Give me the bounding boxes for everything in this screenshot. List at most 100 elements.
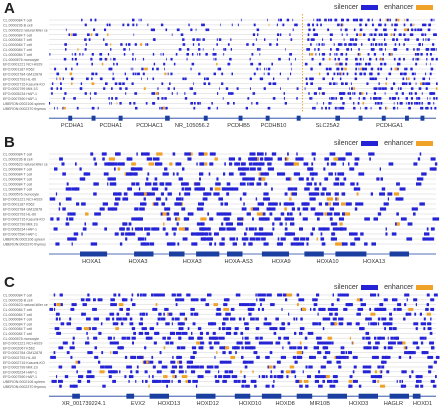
silencer-block xyxy=(111,102,112,105)
silencer-block xyxy=(154,177,158,181)
silencer-block xyxy=(202,48,204,51)
silencer-block xyxy=(375,341,380,345)
silencer-block xyxy=(109,102,111,105)
silencer-block xyxy=(328,172,333,176)
silencer-block xyxy=(402,92,404,95)
silencer-block xyxy=(265,67,267,71)
silencer-block xyxy=(257,293,262,297)
silencer-block xyxy=(170,57,173,61)
silencer-block xyxy=(346,322,352,326)
silencer-block xyxy=(393,307,396,311)
silencer-block xyxy=(279,202,281,206)
silencer-block xyxy=(54,307,56,311)
silencer-block xyxy=(243,317,245,321)
silencer-block xyxy=(261,293,266,297)
enhancer-block xyxy=(116,102,118,105)
silencer-block xyxy=(419,152,422,156)
silencer-block xyxy=(197,102,199,105)
silencer-block xyxy=(208,322,213,326)
silencer-block xyxy=(393,102,395,105)
silencer-block xyxy=(62,207,66,211)
silencer-block xyxy=(237,379,241,383)
silencer-block xyxy=(278,336,282,340)
silencer-block xyxy=(108,23,111,27)
silencer-block xyxy=(372,322,377,326)
silencer-block xyxy=(133,192,140,196)
silencer-block xyxy=(337,43,340,46)
enhancer-block xyxy=(348,379,353,383)
silencer-block xyxy=(345,202,352,206)
enhancer-block xyxy=(131,162,136,166)
silencer-block xyxy=(403,317,406,321)
silencer-block xyxy=(252,157,258,161)
track-label: CL:0000576 monocyte xyxy=(3,337,39,341)
silencer-block xyxy=(72,341,75,345)
silencer-block xyxy=(161,202,164,206)
silencer-block xyxy=(92,307,97,311)
silencer-block xyxy=(260,303,262,307)
silencer-block xyxy=(281,307,283,311)
silencer-block xyxy=(181,187,185,191)
enhancer-block xyxy=(408,307,414,311)
silencer-block xyxy=(425,38,427,41)
silencer-block xyxy=(197,336,201,340)
silencer-block xyxy=(279,327,286,331)
silencer-block xyxy=(170,312,172,316)
silencer-block xyxy=(425,87,428,90)
silencer-block xyxy=(276,43,279,46)
silencer-block xyxy=(416,182,422,186)
silencer-block xyxy=(269,375,273,379)
silencer-block xyxy=(359,92,362,95)
silencer-block xyxy=(331,33,333,36)
silencer-block xyxy=(385,33,388,36)
silencer-block xyxy=(335,197,337,201)
silencer-block xyxy=(155,197,161,201)
gene-exon xyxy=(196,393,216,399)
silencer-block xyxy=(274,82,277,85)
track-label: EFO:0002715 Kasumi-KO xyxy=(3,82,45,86)
silencer-block xyxy=(76,202,80,206)
silencer-block xyxy=(302,202,307,206)
silencer-block xyxy=(293,172,299,176)
silencer-block xyxy=(177,293,181,297)
silencer-block xyxy=(278,18,280,22)
silencer-block xyxy=(296,97,298,100)
silencer-block xyxy=(318,202,322,206)
silencer-block xyxy=(191,242,197,246)
silencer-block xyxy=(90,18,92,22)
gene-label: PCDHA1 xyxy=(61,123,84,129)
silencer-block xyxy=(436,82,438,85)
silencer-block xyxy=(424,23,427,27)
silencer-block xyxy=(429,167,437,171)
silencer-block xyxy=(338,365,342,369)
silencer-block xyxy=(402,72,403,76)
silencer-block xyxy=(424,336,427,340)
silencer-block xyxy=(239,182,246,186)
silencer-block xyxy=(374,53,376,56)
silencer-block xyxy=(336,72,339,76)
silencer-block xyxy=(50,217,54,221)
silencer-block xyxy=(394,28,397,32)
silencer-block xyxy=(339,182,345,186)
silencer-block xyxy=(213,192,220,196)
silencer-block xyxy=(427,106,429,110)
silencer-block xyxy=(427,102,431,105)
silencer-block xyxy=(58,365,63,369)
silencer-block xyxy=(433,18,435,22)
enhancer-block xyxy=(353,87,356,90)
silencer-block xyxy=(234,346,240,350)
silencer-block xyxy=(68,33,70,36)
silencer-block xyxy=(137,355,142,359)
silencer-block xyxy=(221,222,224,226)
silencer-block xyxy=(351,87,353,90)
silencer-block xyxy=(127,157,129,161)
silencer-block xyxy=(108,336,112,340)
silencer-block xyxy=(245,106,248,110)
silencer-block xyxy=(427,48,430,51)
silencer-block xyxy=(279,18,282,22)
silencer-block xyxy=(91,106,95,110)
silencer-block xyxy=(356,57,358,61)
silencer-block xyxy=(264,317,267,321)
silencer-block xyxy=(295,360,298,364)
silencer-block xyxy=(66,217,69,221)
